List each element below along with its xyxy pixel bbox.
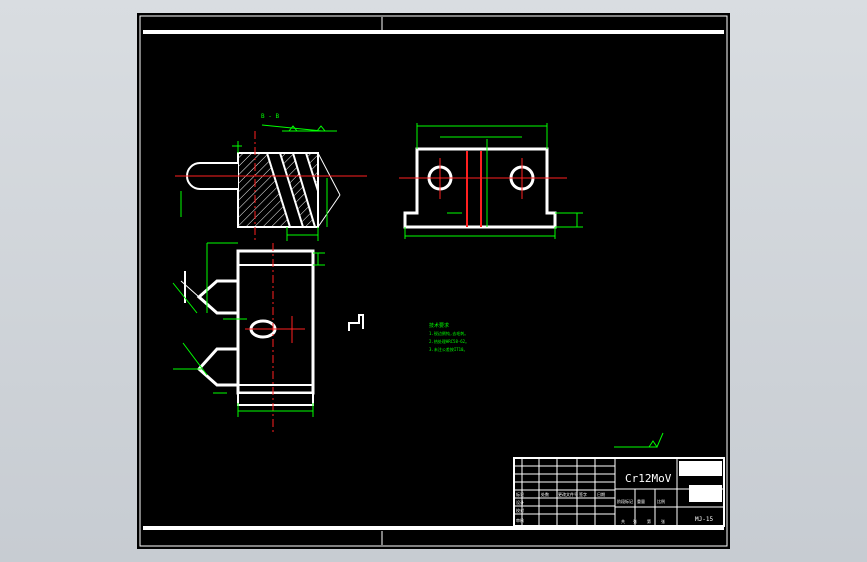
mid-label: 阶段标记: [617, 498, 633, 504]
header-cell: 日期: [597, 491, 605, 497]
technical-requirements: 技术要求 1.锐边倒钝,去毛刺。 2.热处理HRC58-62。 3.未注公差按I…: [429, 322, 469, 352]
row-label: 设计: [516, 499, 524, 505]
drawing-number: MJ-15: [695, 516, 713, 523]
title-block: Cr12MoV MJ-15 标记 处数 更改文件号 签字 日期 设计 校对 审核…: [513, 457, 725, 527]
tech-req-line: 3.未注公差按IT10。: [429, 346, 467, 352]
cad-drawing: B - B 技术要求 1.锐边倒钝,去毛刺。 2.热处理HRC58-62。 3.…: [139, 15, 728, 547]
tech-req-line: 2.热处理HRC58-62。: [429, 338, 469, 344]
default-roughness-mark: [614, 432, 664, 449]
header-cell: 处数: [541, 491, 549, 497]
header-cell: 签字: [579, 491, 587, 497]
mid-label: 重量: [637, 498, 645, 504]
roughness-symbol: [348, 314, 364, 331]
sheet-count-label: 共: [621, 518, 625, 524]
row-label: 审核: [516, 517, 524, 523]
section-view-label: B - B: [261, 113, 279, 120]
front-view: [399, 123, 583, 239]
sheet-count-label: 张: [661, 518, 665, 524]
tech-req-title: 技术要求: [429, 322, 449, 329]
header-cell: 标记: [516, 491, 524, 497]
sheet-count-label: 张: [633, 518, 637, 524]
section-view: B - B: [175, 113, 367, 244]
sheet-count-label: 第: [647, 518, 651, 524]
tech-req-line: 1.锐边倒钝,去毛刺。: [429, 330, 468, 336]
drawing-sheet[interactable]: B - B 技术要求 1.锐边倒钝,去毛刺。 2.热处理HRC58-62。 3.…: [137, 13, 730, 549]
row-label: 校对: [516, 507, 524, 513]
mid-label: 比例: [657, 498, 665, 504]
header-cell: 更改文件号: [558, 491, 578, 497]
top-view: [172, 242, 325, 433]
material-label: Cr12MoV: [625, 472, 672, 485]
